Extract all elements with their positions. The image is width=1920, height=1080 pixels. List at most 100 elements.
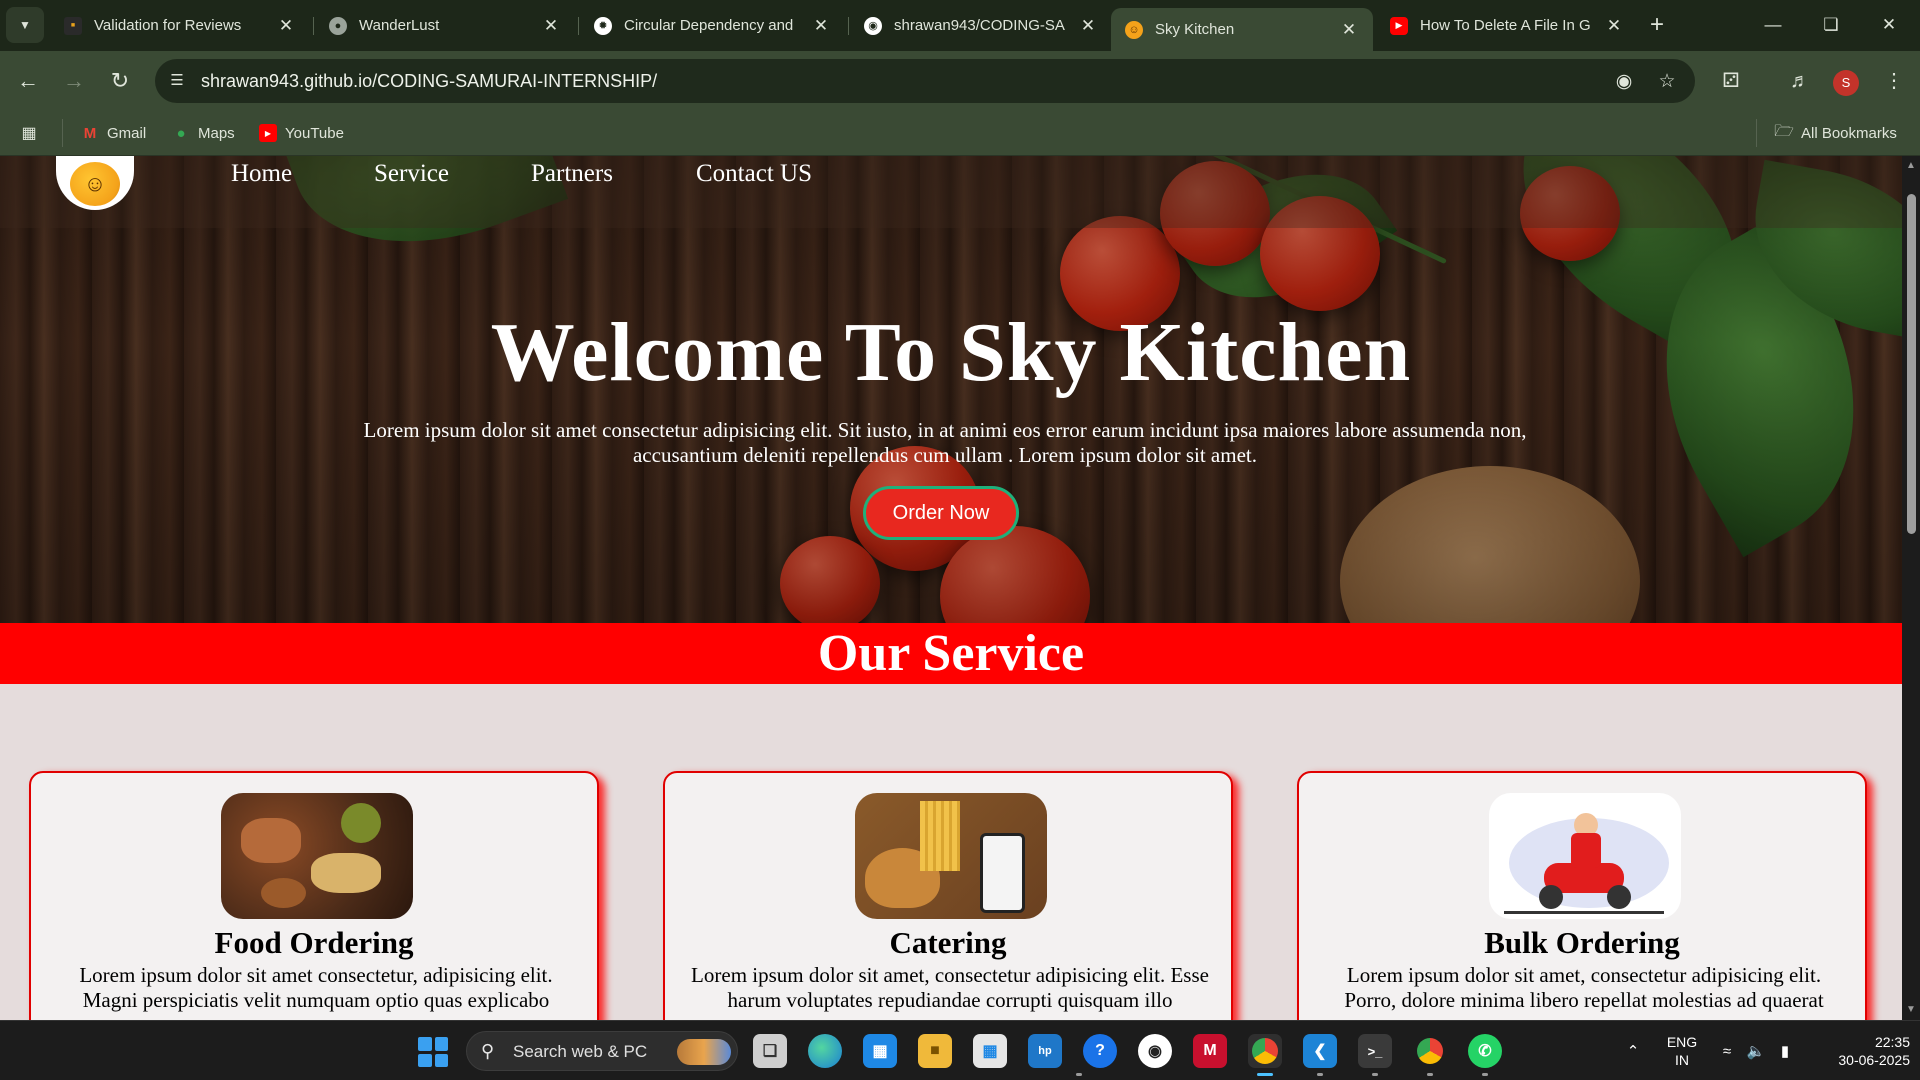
bookmark-label: Gmail (107, 124, 147, 142)
sky-kitchen-favicon-icon: ☺ (1125, 20, 1143, 39)
tab-title: WanderLust (359, 17, 440, 34)
nav-service[interactable]: Service (374, 160, 449, 188)
scroll-up-icon[interactable]: ▲ (1906, 160, 1916, 171)
tab-strip: ▼ ■ Validation for Reviews ✕ ● WanderLus… (0, 0, 1920, 51)
maps-icon: ● (176, 124, 186, 142)
back-button[interactable]: ← (12, 65, 44, 97)
start-button[interactable] (418, 1037, 448, 1067)
site-info-icon[interactable]: ☰ (165, 69, 189, 93)
apps-grid-button[interactable]: ▦ (20, 119, 46, 147)
reload-button[interactable]: ↻ (104, 65, 136, 97)
language-indicator[interactable]: ENG IN (1662, 1033, 1702, 1069)
taskbar-search[interactable]: ⚲ Search web & PC (466, 1031, 738, 1071)
whatsapp-icon[interactable]: ✆ (1468, 1034, 1502, 1068)
section-title: Our Service (817, 625, 1085, 682)
help-icon[interactable]: ? (1083, 1034, 1117, 1068)
wifi-icon[interactable]: ≈ (1714, 1021, 1740, 1080)
reload-icon: ↻ (110, 68, 130, 93)
volume-icon[interactable]: 🔈 (1743, 1021, 1769, 1080)
extensions-icon[interactable]: ⚂ (1715, 65, 1747, 97)
tab-title: Sky Kitchen (1155, 21, 1235, 38)
forward-button[interactable]: → (58, 65, 90, 97)
more-menu-icon[interactable]: ⋮ (1878, 65, 1910, 97)
running-indicator (1076, 1073, 1082, 1076)
close-icon[interactable]: ✕ (1604, 16, 1624, 36)
microsoft-store-icon[interactable]: ▦ (973, 1034, 1007, 1068)
bookmark-youtube[interactable]: ▶ YouTube (259, 119, 344, 147)
card-description: Lorem ipsum dolor sit amet consectetur, … (79, 963, 553, 1012)
page-viewport: ☺ Home Service Partners Contact US Welco… (0, 156, 1902, 1020)
card-description: Lorem ipsum dolor sit amet, consectetur … (691, 963, 1209, 1012)
terminal-icon[interactable]: >_ (1358, 1034, 1392, 1068)
eye-off-icon[interactable]: ◉ (1611, 69, 1637, 95)
browser-toolbar: ← → ↻ ☰ shrawan943.github.io/CODING-SAMU… (0, 51, 1920, 111)
chevron-up-icon[interactable]: ⌃ (1620, 1021, 1646, 1080)
bookmark-label: YouTube (285, 124, 344, 142)
card-title: Food Ordering (214, 925, 414, 960)
restore-button[interactable]: ❏ (1808, 8, 1854, 42)
chrome-profile-icon[interactable] (1413, 1034, 1447, 1068)
bookmark-maps[interactable]: ● Maps (172, 119, 234, 147)
close-icon[interactable]: ✕ (1339, 20, 1359, 40)
close-icon: ✕ (1881, 15, 1897, 34)
address-bar[interactable]: ☰ shrawan943.github.io/CODING-SAMURAI-IN… (155, 59, 1695, 103)
clock-date: 30-06-2025 (1838, 1052, 1910, 1068)
scrollbar-thumb[interactable] (1907, 194, 1916, 534)
site-logo[interactable]: ☺ (56, 156, 134, 210)
search-icon: ⚲ (481, 1041, 495, 1061)
arrow-right-icon: → (63, 68, 85, 93)
edge-icon[interactable] (808, 1034, 842, 1068)
tab-search-button[interactable]: ▼ (6, 7, 44, 43)
profile-avatar[interactable]: S (1833, 70, 1859, 96)
all-bookmarks[interactable]: 🗁 All Bookmarks (1756, 119, 1897, 147)
vscode-icon[interactable]: ❮ (1303, 1034, 1337, 1068)
tab-circular-dependency[interactable]: ✹ Circular Dependency and ✕ (580, 8, 845, 43)
bookmark-gmail[interactable]: M Gmail (62, 119, 146, 147)
tab-title: Circular Dependency and (624, 17, 794, 34)
hp-app-icon[interactable]: hp (1028, 1034, 1062, 1068)
card-title: Bulk Ordering (1484, 925, 1680, 960)
service-banner: Our Service (0, 623, 1902, 684)
order-now-button[interactable]: Order Now (863, 486, 1019, 540)
windows-taskbar: ⚲ Search web & PC ❏ ▦ ■ ▦ hp ? ◉ M ❮ >_ … (0, 1020, 1920, 1080)
chef-logo-icon: ☺ (70, 162, 120, 206)
task-view-icon[interactable]: ❏ (753, 1034, 787, 1068)
clock[interactable]: 22:35 30-06-2025 (1810, 1033, 1910, 1069)
close-icon[interactable]: ✕ (276, 16, 296, 36)
tab-github-repo[interactable]: ◉ shrawan943/CODING-SA ✕ (850, 8, 1112, 43)
media-control-icon[interactable]: ♬ (1784, 65, 1816, 97)
chrome-icon[interactable] (1248, 1034, 1282, 1068)
new-tab-button[interactable]: + (1642, 10, 1672, 40)
running-indicator (1427, 1073, 1433, 1076)
page-scrollbar[interactable]: ▲ ▼ (1902, 156, 1920, 1020)
github-desktop-icon[interactable]: ◉ (1138, 1034, 1172, 1068)
clock-time: 22:35 (1874, 1034, 1910, 1050)
search-highlight-image (677, 1039, 731, 1065)
tab-how-to-delete-file[interactable]: ▶ How To Delete A File In G ✕ (1376, 8, 1638, 43)
tab-validation-for-reviews[interactable]: ■ Validation for Reviews ✕ (50, 8, 310, 43)
scroll-down-icon[interactable]: ▼ (1906, 1004, 1916, 1015)
nav-home[interactable]: Home (231, 160, 292, 188)
widgets-icon[interactable]: ▦ (863, 1034, 897, 1068)
minimize-icon: — (1764, 15, 1782, 34)
delivery-scooter-image (1489, 793, 1681, 919)
running-indicator (1482, 1073, 1488, 1076)
tab-sky-kitchen[interactable]: ☺ Sky Kitchen ✕ (1111, 8, 1373, 51)
minimize-button[interactable]: — (1750, 8, 1796, 42)
hero-description: Lorem ipsum dolor sit amet consectetur a… (363, 418, 1527, 467)
star-icon[interactable]: ☆ (1654, 69, 1680, 95)
close-icon[interactable]: ✕ (811, 16, 831, 36)
battery-icon[interactable]: ▮ (1772, 1021, 1798, 1080)
food-platter-image (221, 793, 413, 919)
close-icon[interactable]: ✕ (541, 16, 561, 36)
url-text[interactable]: shrawan943.github.io/CODING-SAMURAI-INTE… (201, 71, 657, 92)
nav-partners[interactable]: Partners (531, 160, 613, 188)
gmail-icon: M (83, 124, 97, 142)
close-icon[interactable]: ✕ (1078, 16, 1098, 36)
tab-wanderlust[interactable]: ● WanderLust ✕ (315, 8, 575, 43)
tab-title: shrawan943/CODING-SA (894, 17, 1065, 34)
close-window-button[interactable]: ✕ (1866, 8, 1912, 42)
nav-contact-us[interactable]: Contact US (696, 160, 812, 188)
file-explorer-icon[interactable]: ■ (918, 1034, 952, 1068)
mcafee-icon[interactable]: M (1193, 1034, 1227, 1068)
